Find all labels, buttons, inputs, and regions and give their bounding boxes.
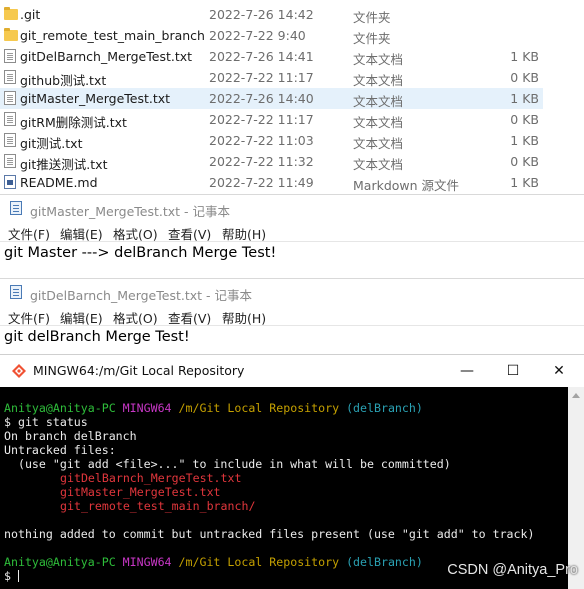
file-name: github测试.txt — [20, 73, 107, 88]
file-row-delbarnch[interactable]: gitDelBarnch_MergeTest.txt 2022-7-26 14:… — [0, 46, 543, 67]
input-line[interactable]: $ — [4, 569, 19, 583]
window-title: gitMaster_MergeTest.txt - 记事本 — [30, 204, 231, 219]
file-row-remote-test[interactable]: git_remote_test_main_branch 2022-7-22 9:… — [0, 25, 543, 46]
prompt-user: Anitya@Anitya-PC — [4, 401, 116, 415]
file-date: 2022-7-22 11:03 — [209, 133, 314, 148]
file-type: 文本文档 — [353, 157, 404, 172]
prompt-line: Anitya@Anitya-PC MINGW64 /m/Git Local Re… — [4, 401, 423, 415]
notepad-content: git delBranch Merge Test! — [4, 329, 190, 345]
notepad-titlebar[interactable]: gitDelBarnch_MergeTest.txt - 记事本 — [0, 279, 584, 305]
file-date: 2022-7-22 11:17 — [209, 112, 314, 127]
git-bash-icon — [12, 364, 26, 378]
file-name: gitMaster_MergeTest.txt — [20, 91, 171, 106]
prompt-path: /m/Git Local Repository — [178, 401, 340, 415]
window-title: gitDelBarnch_MergeTest.txt - 记事本 — [30, 288, 252, 303]
untracked-file: git_remote_test_main_branch/ — [60, 499, 256, 513]
file-size: 1 KB — [510, 91, 539, 106]
scroll-up-arrow-icon[interactable] — [572, 393, 580, 398]
file-type: 文本文档 — [353, 136, 404, 151]
prompt-line: Anitya@Anitya-PC MINGW64 /m/Git Local Re… — [4, 555, 423, 569]
file-row-git[interactable]: .git 2022-7-26 14:42 文件夹 — [0, 4, 543, 25]
minimize-button[interactable]: — — [444, 355, 490, 387]
file-size: 0 KB — [510, 70, 539, 85]
file-row-master-mergetest[interactable]: gitMaster_MergeTest.txt 2022-7-26 14:40 … — [0, 88, 543, 109]
close-button[interactable]: ✕ — [536, 355, 582, 387]
file-type: 文本文档 — [353, 73, 404, 88]
file-explorer-list: .git 2022-7-26 14:42 文件夹 git_remote_test… — [0, 0, 584, 193]
text-file-icon — [4, 70, 16, 84]
file-type: 文件夹 — [353, 10, 391, 25]
notepad-icon — [10, 285, 22, 299]
terminal-window: MINGW64:/m/Git Local Repository — ☐ ✕ An… — [0, 354, 584, 589]
file-date: 2022-7-22 11:32 — [209, 154, 314, 169]
notepad-menubar: 文件(F) 编辑(E) 格式(O) 查看(V) 帮助(H) — [0, 306, 584, 326]
notepad-titlebar[interactable]: gitMaster_MergeTest.txt - 记事本 — [0, 195, 584, 221]
file-name: gitRM删除测试.txt — [20, 115, 127, 130]
notepad-menubar: 文件(F) 编辑(E) 格式(O) 查看(V) 帮助(H) — [0, 222, 584, 242]
folder-icon — [4, 28, 18, 41]
file-name: gitDelBarnch_MergeTest.txt — [20, 49, 193, 64]
file-date: 2022-7-26 14:42 — [209, 7, 314, 22]
prompt-branch: (delBranch) — [346, 555, 423, 569]
file-row-github-test[interactable]: github测试.txt 2022-7-22 11:17 文本文档 0 KB — [0, 67, 543, 88]
maximize-button[interactable]: ☐ — [490, 355, 536, 387]
file-type: 文本文档 — [353, 52, 404, 67]
notepad-window-delbranch: gitDelBarnch_MergeTest.txt - 记事本 文件(F) 编… — [0, 278, 584, 354]
file-name: git测试.txt — [20, 136, 83, 151]
prompt-branch: (delBranch) — [346, 401, 423, 415]
notepad-content: git Master ---> delBranch Merge Test! — [4, 245, 277, 261]
text-file-icon — [4, 91, 16, 105]
file-size: 0 KB — [510, 154, 539, 169]
output-line: Untracked files: — [4, 443, 116, 457]
file-size: 1 KB — [510, 49, 539, 64]
prompt-env: MINGW64 — [122, 401, 172, 415]
file-name: git推送测试.txt — [20, 157, 108, 172]
file-row-push-test[interactable]: git推送测试.txt 2022-7-22 11:32 文本文档 0 KB — [0, 151, 543, 172]
file-row-git-test[interactable]: git测试.txt 2022-7-22 11:03 文本文档 1 KB — [0, 130, 543, 151]
command-line: $ git status — [4, 415, 88, 429]
prompt-env: MINGW64 — [122, 555, 172, 569]
watermark: CSDN @Anitya_Pro — [447, 562, 578, 578]
prompt-user: Anitya@Anitya-PC — [4, 555, 116, 569]
untracked-file: gitMaster_MergeTest.txt — [60, 485, 221, 499]
file-type: 文件夹 — [353, 31, 391, 46]
file-date: 2022-7-22 9:40 — [209, 28, 306, 43]
file-name: README.md — [20, 175, 98, 190]
file-type: 文本文档 — [353, 94, 404, 109]
folder-icon — [4, 7, 18, 20]
text-cursor — [17, 570, 19, 582]
text-file-icon — [4, 112, 16, 126]
terminal-titlebar[interactable]: MINGW64:/m/Git Local Repository — ☐ ✕ — [0, 355, 584, 387]
file-size: 0 KB — [510, 112, 539, 127]
notepad-text-area[interactable]: git Master ---> delBranch Merge Test! — [0, 241, 584, 271]
text-file-icon — [4, 154, 16, 168]
summary-line: nothing added to commit but untracked fi… — [4, 527, 535, 541]
file-type: 文本文档 — [353, 115, 404, 130]
text-file-icon — [4, 133, 16, 147]
file-type: Markdown 源文件 — [353, 178, 460, 193]
file-size: 1 KB — [510, 175, 539, 190]
file-date: 2022-7-26 14:40 — [209, 91, 314, 106]
text-file-icon — [4, 49, 16, 63]
terminal-title: MINGW64:/m/Git Local Repository — [33, 363, 245, 378]
notepad-text-area[interactable]: git delBranch Merge Test! — [0, 325, 584, 355]
output-line: On branch delBranch — [4, 429, 137, 443]
file-date: 2022-7-22 11:49 — [209, 175, 314, 190]
output-line: (use "git add <file>..." to include in w… — [4, 457, 451, 471]
untracked-file: gitDelBarnch_MergeTest.txt — [60, 471, 242, 485]
file-date: 2022-7-22 11:17 — [209, 70, 314, 85]
file-date: 2022-7-26 14:41 — [209, 49, 314, 64]
prompt-symbol: $ — [4, 569, 11, 583]
markdown-file-icon — [4, 175, 16, 189]
file-name: git_remote_test_main_branch — [20, 28, 205, 43]
file-name: .git — [20, 7, 41, 22]
notepad-window-master: gitMaster_MergeTest.txt - 记事本 文件(F) 编辑(E… — [0, 194, 584, 270]
file-size: 1 KB — [510, 133, 539, 148]
terminal-output[interactable]: Anitya@Anitya-PC MINGW64 /m/Git Local Re… — [0, 387, 568, 589]
prompt-path: /m/Git Local Repository — [178, 555, 340, 569]
file-row-readme[interactable]: README.md 2022-7-22 11:49 Markdown 源文件 1… — [0, 172, 543, 193]
terminal-scrollbar[interactable] — [568, 387, 584, 589]
file-row-rm-test[interactable]: gitRM删除测试.txt 2022-7-22 11:17 文本文档 0 KB — [0, 109, 543, 130]
notepad-icon — [10, 201, 22, 215]
